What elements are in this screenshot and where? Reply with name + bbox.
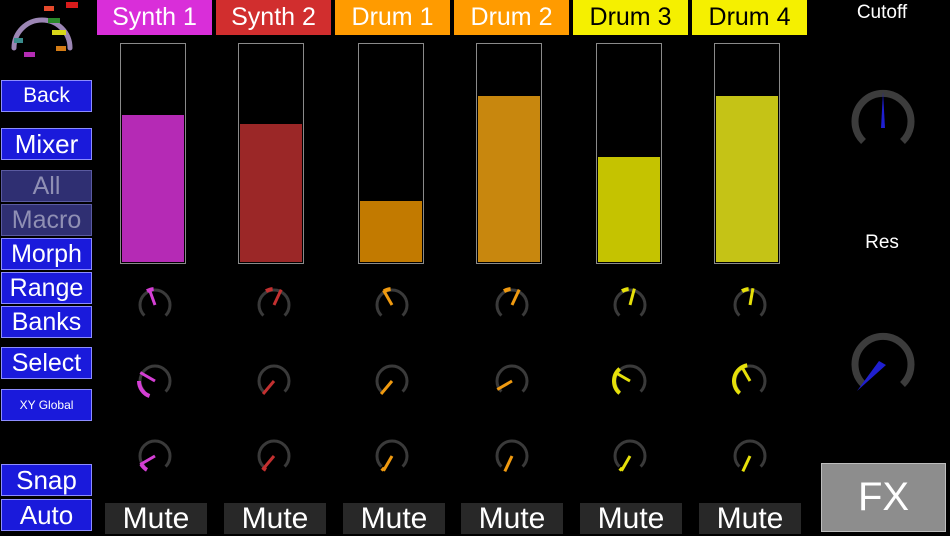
mute-button-6[interactable]: Mute [699, 502, 801, 535]
fx-button[interactable]: FX [821, 463, 946, 532]
volume-level-fill [122, 115, 184, 262]
resonance-knob[interactable] [851, 331, 915, 395]
volume-level-fill [478, 95, 540, 262]
send-knob-a-3[interactable] [374, 287, 410, 323]
send-knob-a-2[interactable] [256, 287, 292, 323]
volume-level-fill [240, 124, 302, 262]
send-knob-a-5[interactable] [612, 287, 648, 323]
range-button[interactable]: Range [1, 272, 92, 304]
send-knob-b-2[interactable] [256, 363, 292, 399]
res-label: Res [865, 232, 899, 253]
mute-button-2[interactable]: Mute [224, 502, 326, 535]
volume-fader-4[interactable] [476, 43, 542, 264]
send-knob-c-2[interactable] [256, 438, 292, 474]
volume-fader-2[interactable] [238, 43, 304, 264]
channel-tab-4[interactable]: Drum 2 [454, 0, 569, 35]
mute-button-4[interactable]: Mute [461, 502, 563, 535]
xy-global-button[interactable]: XY Global [1, 389, 92, 421]
volume-level-fill [598, 156, 660, 262]
send-knob-b-5[interactable] [612, 363, 648, 399]
mute-button-3[interactable]: Mute [343, 502, 445, 535]
select-button[interactable]: Select [1, 347, 92, 379]
send-knob-b-3[interactable] [374, 363, 410, 399]
send-knob-c-1[interactable] [137, 438, 173, 474]
volume-level-fill [360, 200, 422, 262]
cutoff-label: Cutoff [856, 2, 908, 23]
app-logo-icon [11, 2, 78, 57]
send-knob-b-6[interactable] [732, 363, 768, 399]
volume-fader-3[interactable] [358, 43, 424, 264]
back-button[interactable]: Back [1, 80, 92, 112]
volume-fader-1[interactable] [120, 43, 186, 264]
channel-tab-6[interactable]: Drum 4 [692, 0, 807, 35]
send-knob-a-6[interactable] [732, 287, 768, 323]
mute-button-1[interactable]: Mute [105, 502, 207, 535]
mixer-button[interactable]: Mixer [1, 128, 92, 160]
send-knob-c-3[interactable] [374, 438, 410, 474]
mute-button-5[interactable]: Mute [580, 502, 682, 535]
send-knob-b-1[interactable] [137, 363, 173, 399]
send-knob-a-1[interactable] [137, 287, 173, 323]
send-knob-a-4[interactable] [494, 287, 530, 323]
send-knob-c-6[interactable] [732, 438, 768, 474]
channel-tab-3[interactable]: Drum 1 [335, 0, 450, 35]
auto-button[interactable]: Auto [1, 499, 92, 531]
channel-tab-2[interactable]: Synth 2 [216, 0, 331, 35]
volume-fader-6[interactable] [714, 43, 780, 264]
send-knob-c-5[interactable] [612, 438, 648, 474]
snap-button[interactable]: Snap [1, 464, 92, 496]
cutoff-knob[interactable] [851, 88, 915, 152]
banks-button[interactable]: Banks [1, 306, 92, 338]
channel-tab-5[interactable]: Drum 3 [573, 0, 688, 35]
send-knob-c-4[interactable] [494, 438, 530, 474]
volume-fader-5[interactable] [596, 43, 662, 264]
macro-button[interactable]: Macro [1, 204, 92, 236]
volume-level-fill [716, 95, 778, 262]
channel-tab-1[interactable]: Synth 1 [97, 0, 212, 35]
send-knob-b-4[interactable] [494, 363, 530, 399]
all-button[interactable]: All [1, 170, 92, 202]
morph-button[interactable]: Morph [1, 238, 92, 270]
